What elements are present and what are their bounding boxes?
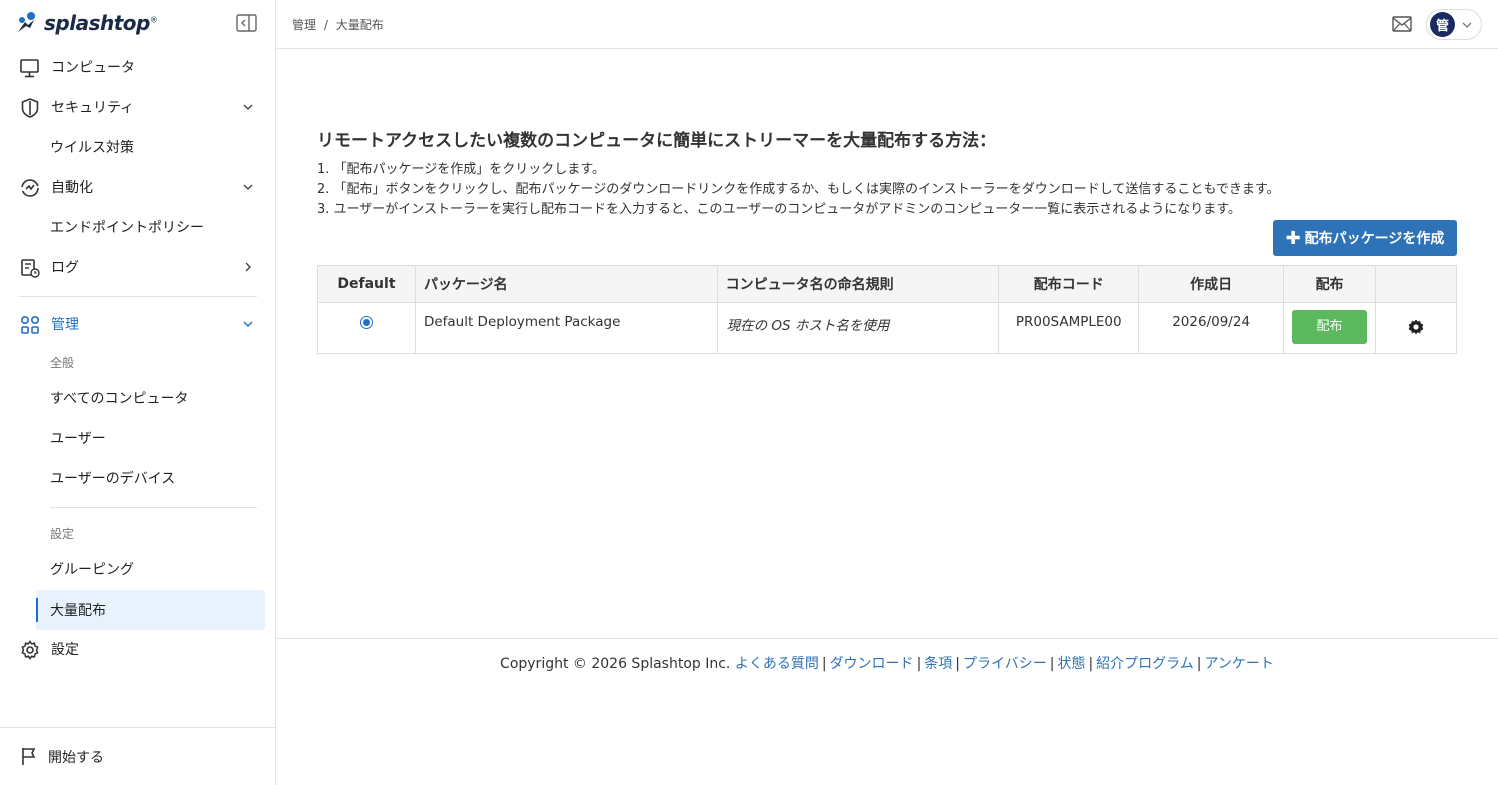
column-header-deploy: 配布 [1283, 265, 1377, 303]
chevron-right-icon [245, 262, 251, 272]
footer-link-privacy[interactable]: プライバシー [963, 656, 1047, 672]
sidebar-item-automation[interactable]: 自動化 [0, 167, 276, 207]
sidebar-item-label: ユーザーのデバイス [50, 471, 176, 487]
sidebar-item-logs[interactable]: ログ [0, 247, 276, 287]
footer-link-referral[interactable]: 紹介プログラム [1096, 656, 1194, 672]
monitor-icon [20, 59, 39, 78]
chevron-down-icon [1462, 22, 1472, 28]
sidebar-item-label: 自動化 [51, 180, 93, 196]
footer-link-status[interactable]: 状態 [1057, 656, 1085, 672]
sidebar-item-users[interactable]: ユーザー [36, 418, 265, 458]
splashtop-logo-icon [18, 12, 35, 32]
instruction-step: 2. 「配布」ボタンをクリックし、配布パッケージのダウンロードリンクを作成するか… [317, 182, 1280, 197]
create-package-label: 配布パッケージを作成 [1304, 231, 1445, 247]
code-cell: PR00SAMPLE00 [998, 302, 1140, 354]
sidebar-item-security[interactable]: セキュリティ [0, 87, 276, 127]
chevron-down-icon [243, 184, 253, 190]
settings-gear-icon[interactable] [1406, 317, 1426, 337]
instruction-step: 3. ユーザーがインストーラーを実行し配布コードを入力すると、このユーザーのコン… [317, 202, 1241, 217]
create-package-button[interactable]: ✚ 配布パッケージを作成 [1273, 220, 1457, 256]
breadcrumb-item-current: 大量配布 [335, 18, 384, 32]
plus-icon: ✚ [1285, 227, 1301, 249]
package-name-cell: Default Deployment Package [414, 302, 718, 354]
instruction-step: 1. 「配布パッケージを作成」をクリックします。 [317, 162, 605, 177]
breadcrumb-separator: / [323, 18, 328, 32]
sidebar-item-label: すべてのコンピュータ [50, 391, 189, 407]
sidebar-item-label: コンピュータ [51, 60, 135, 76]
settings-cell [1375, 302, 1457, 354]
sidebar-item-computers[interactable]: コンピュータ [0, 47, 276, 87]
sidebar-divider [0, 727, 276, 728]
sidebar-item-label: 大量配布 [50, 603, 106, 619]
table-header-row: Default パッケージ名 コンピュータ名の命名規則 配布コード 作成日 配布 [317, 265, 1457, 303]
admin-grid-icon [20, 315, 40, 334]
sidebar-item-get-started[interactable]: 開始する [0, 736, 276, 776]
sidebar-item-label: ログ [51, 260, 79, 276]
automation-icon [21, 179, 39, 197]
sidebar-item-label: 管理 [51, 317, 79, 333]
deploy-cell: 配布 [1283, 302, 1377, 354]
package-table: Default パッケージ名 コンピュータ名の命名規則 配布コード 作成日 配布… [317, 265, 1457, 354]
footer-link-faq[interactable]: よくある質問 [735, 656, 819, 672]
column-header-settings [1375, 265, 1457, 303]
shield-icon [21, 98, 39, 118]
gear-icon [21, 640, 39, 660]
log-icon [21, 259, 40, 278]
flag-icon [22, 748, 36, 765]
sidebar-item-antivirus[interactable]: ウイルス対策 [36, 127, 265, 167]
sidebar-item-admin[interactable]: 管理 [0, 304, 276, 344]
sidebar-item-user-devices[interactable]: ユーザーのデバイス [36, 458, 265, 498]
default-cell [317, 302, 416, 354]
sidebar-item-label: 開始する [48, 750, 104, 766]
column-header-naming-rule: コンピュータ名の命名規則 [716, 265, 1000, 303]
copyright: Copyright © 2026 Splashtop Inc. [500, 656, 731, 672]
default-radio[interactable] [359, 316, 373, 329]
deploy-button[interactable]: 配布 [1292, 310, 1368, 344]
breadcrumb-item-admin[interactable]: 管理 [292, 18, 316, 32]
logo-text: splashtop® [44, 11, 158, 35]
collapse-sidebar-icon[interactable] [236, 14, 257, 32]
breadcrumb: 管理 / 大量配布 [292, 16, 388, 33]
footer: Copyright © 2026 Splashtop Inc. よくある質問 | ダ… [500, 656, 1274, 672]
sidebar-item-all-computers[interactable]: すべてのコンピュータ [36, 378, 265, 418]
column-header-default: Default [317, 265, 416, 303]
column-header-created: 作成日 [1138, 265, 1285, 303]
chevron-down-icon [243, 104, 253, 110]
sidebar-item-label: 設定 [51, 642, 79, 658]
section-label-settings: 設定 [50, 527, 75, 541]
avatar: 管 [1430, 12, 1455, 37]
table-row: Default Deployment Package 現在の OS ホスト名を使… [317, 302, 1457, 354]
splashtop-logo[interactable]: splashtop® [14, 9, 158, 37]
footer-link-survey[interactable]: アンケート [1204, 656, 1273, 672]
sidebar-item-settings[interactable]: 設定 [0, 629, 276, 669]
sidebar-item-grouping[interactable]: グルーピング [36, 549, 265, 589]
sidebar-item-label: ウイルス対策 [50, 140, 134, 156]
section-label-general: 全般 [50, 356, 75, 370]
footer-link-download[interactable]: ダウンロード [830, 656, 914, 672]
top-header: 管理 / 大量配布 管 [276, 0, 1498, 49]
user-menu[interactable]: 管 [1426, 9, 1482, 40]
created-cell: 2026/09/24 [1138, 302, 1285, 354]
sidebar-item-label: セキュリティ [51, 100, 135, 116]
sidebar-divider [19, 296, 257, 297]
sidebar-item-label: グルーピング [50, 562, 134, 578]
column-header-code: 配布コード [998, 265, 1140, 303]
footer-divider [276, 638, 1498, 639]
instructions: 1. 「配布パッケージを作成」をクリックします。 2. 「配布」ボタンをクリック… [317, 160, 1280, 220]
column-header-package-name: パッケージ名 [414, 265, 718, 303]
sidebar-item-endpoint-policy[interactable]: エンドポイントポリシー [36, 207, 265, 247]
naming-rule-cell: 現在の OS ホスト名を使用 [716, 302, 1000, 354]
page-title: リモートアクセスしたい複数のコンピュータに簡単にストリーマーを大量配布する方法： [317, 131, 997, 151]
sidebar-item-label: エンドポイントポリシー [50, 220, 204, 236]
sidebar-item-mass-deployment[interactable]: 大量配布 [36, 590, 265, 630]
sidebar: splashtop® コンピュータ セキュリティ ウイルス対策 自動化 エンドポ… [0, 0, 276, 785]
sidebar-divider [50, 507, 257, 508]
footer-link-terms[interactable]: 条項 [924, 656, 952, 672]
mail-icon[interactable] [1392, 15, 1412, 33]
chevron-down-icon [243, 321, 253, 327]
sidebar-item-label: ユーザー [50, 431, 106, 447]
